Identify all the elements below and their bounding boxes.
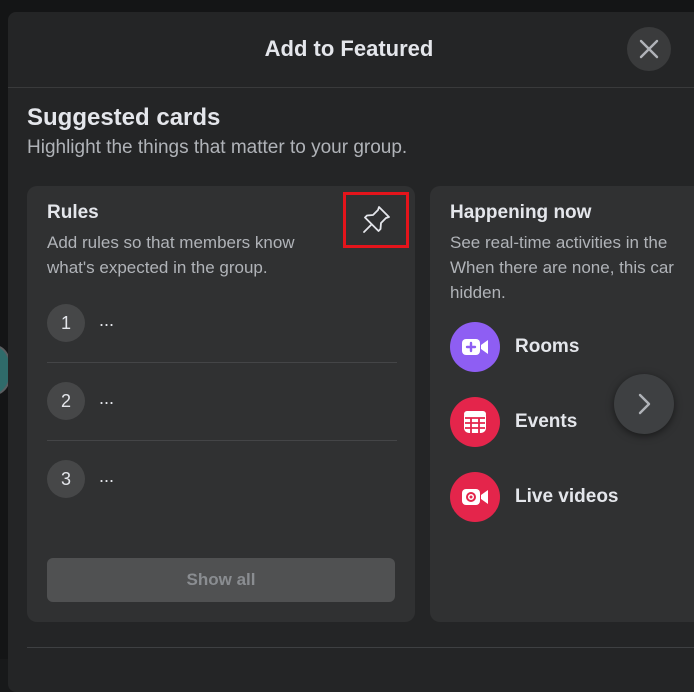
dialog-title: Add to Featured	[264, 36, 434, 61]
pin-button[interactable]	[343, 192, 409, 248]
footer-divider	[27, 647, 694, 648]
rule-item-3: 3 ...	[47, 440, 397, 518]
rule-number-badge: 3	[47, 460, 85, 498]
rule-item-2: 2 ...	[47, 362, 397, 441]
section-subtitle: Highlight the things that matter to your…	[27, 137, 408, 158]
description-line: When there are none, this car	[450, 258, 674, 277]
happening-card-description: See real-time activities in the When the…	[450, 230, 694, 305]
pin-icon	[363, 206, 390, 233]
activity-label: Events	[515, 411, 578, 432]
show-all-button[interactable]: Show all	[47, 558, 395, 602]
activity-live-videos[interactable]: Live videos	[450, 472, 619, 522]
rules-card: Rules Add rules so that members know wha…	[27, 186, 415, 622]
rule-text: ...	[99, 466, 115, 486]
rules-card-title: Rules	[47, 202, 99, 223]
activity-rooms[interactable]: Rooms	[450, 322, 579, 372]
description-line: See real-time activities in the	[450, 233, 668, 252]
calendar-icon	[450, 397, 500, 447]
rules-card-description: Add rules so that members know what's ex…	[47, 233, 295, 277]
activity-events[interactable]: Events	[450, 397, 577, 447]
close-button[interactable]	[627, 27, 671, 71]
activity-label: Live videos	[515, 486, 619, 507]
close-icon	[639, 39, 659, 59]
dialog-header: Add to Featured	[8, 12, 694, 88]
rule-number-badge: 1	[47, 304, 85, 342]
add-to-featured-dialog: Add to Featured Suggested cards Highligh…	[8, 12, 694, 692]
activity-label: Rooms	[515, 336, 580, 357]
section-title: Suggested cards	[27, 104, 221, 131]
chevron-right-icon	[638, 393, 651, 415]
rule-item-1: 1 ...	[47, 284, 397, 363]
happening-card-title: Happening now	[450, 202, 592, 223]
live-video-icon	[450, 472, 500, 522]
carousel-next-button[interactable]	[614, 374, 674, 434]
description-line: hidden.	[450, 283, 506, 302]
video-plus-icon	[450, 322, 500, 372]
rule-number-badge: 2	[47, 382, 85, 420]
rule-text: ...	[99, 310, 115, 330]
rule-text: ...	[99, 388, 115, 408]
